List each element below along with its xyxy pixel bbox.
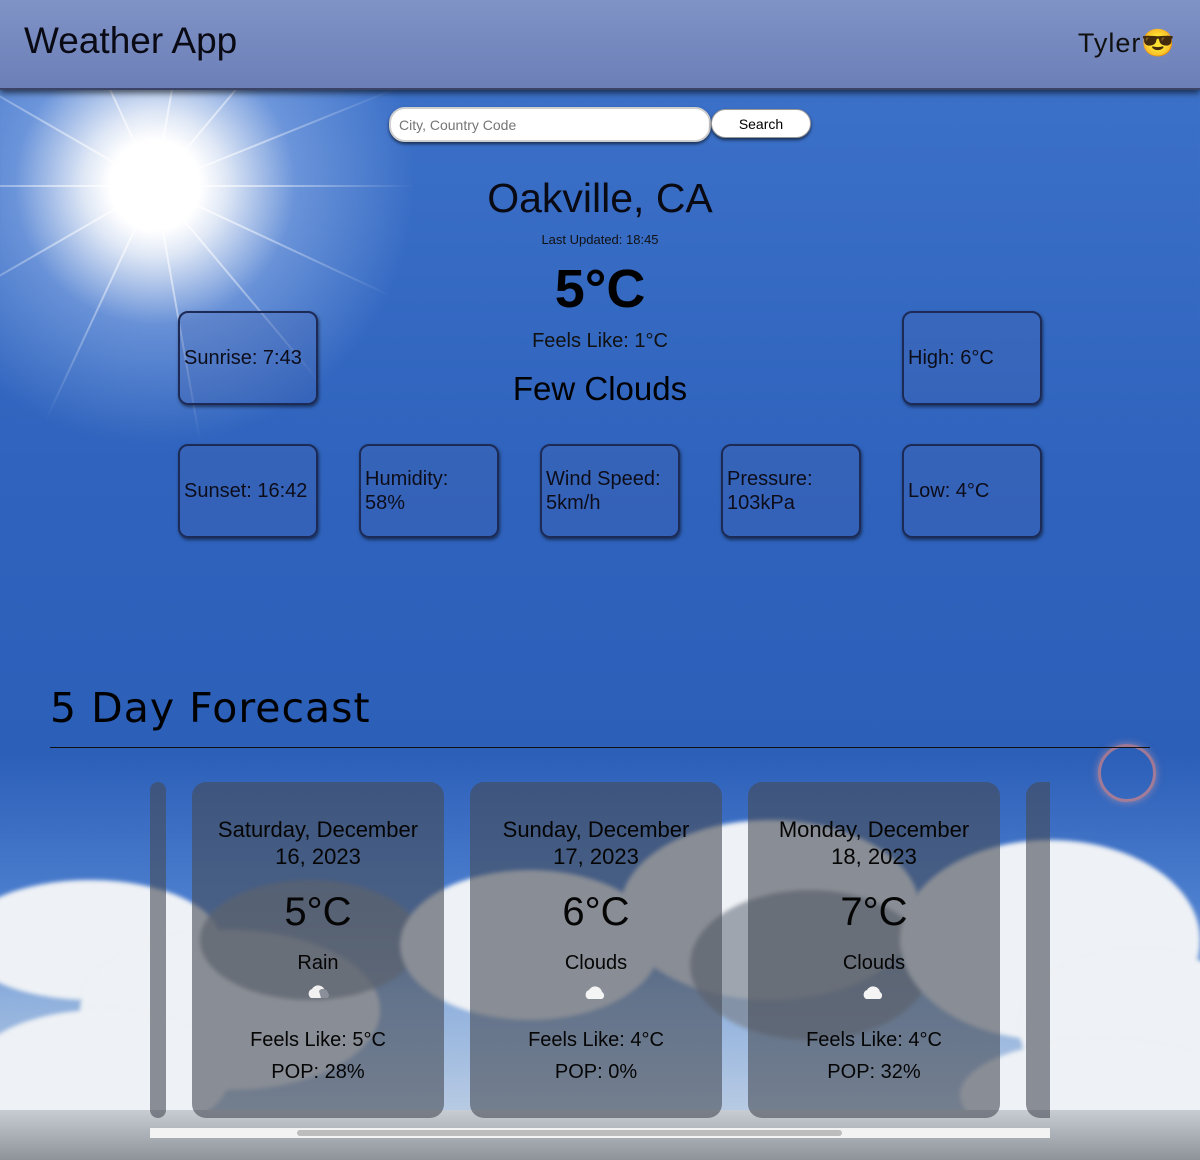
forecast-card-partial-left xyxy=(150,782,166,1118)
pressure-value: 103kPa xyxy=(727,492,795,514)
high-tile: High: 6°C xyxy=(902,311,1042,405)
low-text: Low: 4°C xyxy=(908,480,990,502)
forecast-desc: Clouds xyxy=(842,952,906,974)
top-navbar: Weather App Tyler😎 xyxy=(0,0,1200,90)
forecast-feels-like: Feels Like: 5°C xyxy=(250,1029,386,1051)
forecast-pop: POP: 28% xyxy=(271,1061,365,1083)
scrollbar-thumb[interactable] xyxy=(297,1130,842,1136)
forecast-desc: Rain xyxy=(297,952,339,974)
forecast-date: Saturday, December 16, 2023 xyxy=(217,817,419,869)
search-button[interactable]: Search xyxy=(711,109,811,138)
cloud-rain-icon xyxy=(308,985,329,998)
low-tile: Low: 4°C xyxy=(902,444,1042,538)
forecast-desc: Clouds xyxy=(564,952,628,974)
wind-speed-label: Wind Speed: xyxy=(546,468,661,490)
forecast-card: Monday, December 18, 2023 7°C Clouds Fee… xyxy=(748,782,1000,1118)
cloud-icon xyxy=(863,986,883,999)
sunset-text: Sunset: 16:42 xyxy=(184,480,308,502)
forecast-card: Saturday, December 16, 2023 5°C Rain Fee… xyxy=(192,782,444,1118)
sunset-tile: Sunset: 16:42 xyxy=(178,444,318,538)
forecast-card-partial-right xyxy=(1026,782,1050,1118)
forecast-date: Sunday, December 17, 2023 xyxy=(502,817,690,869)
humidity-label: Humidity: xyxy=(365,468,449,490)
humidity-tile: Humidity: 58% xyxy=(359,444,499,538)
humidity-value: 58% xyxy=(365,492,406,514)
lens-flare xyxy=(1098,744,1156,802)
high-text: High: 6°C xyxy=(908,347,994,369)
wind-speed-tile: Wind Speed: 5km/h xyxy=(540,444,680,538)
pressure-tile: Pressure: 103kPa xyxy=(721,444,861,538)
last-updated: Last Updated: 18:45 xyxy=(541,232,659,247)
forecast-carousel[interactable]: Saturday, December 16, 2023 5°C Rain Fee… xyxy=(150,782,1050,1138)
sunrise-text: Sunrise: 7:43 xyxy=(184,347,302,369)
forecast-feels-like: Feels Like: 4°C xyxy=(528,1029,664,1051)
forecast-temp: 7°C xyxy=(840,890,908,934)
broken-clouds-icon xyxy=(585,986,607,999)
pressure-label: Pressure: xyxy=(727,468,813,490)
horizontal-scrollbar[interactable] xyxy=(150,1128,1050,1138)
app-title: Weather App xyxy=(24,20,238,61)
forecast-pop: POP: 0% xyxy=(554,1061,638,1083)
forecast-feels-like: Feels Like: 4°C xyxy=(806,1029,942,1051)
city-name: Oakville, CA xyxy=(487,175,713,221)
forecast-title: 5 Day Forecast xyxy=(50,684,371,732)
divider xyxy=(50,747,1150,748)
sunrise-tile: Sunrise: 7:43 xyxy=(178,311,318,405)
search-input[interactable] xyxy=(389,107,711,142)
forecast-temp: 5°C xyxy=(284,890,352,934)
forecast-pop: POP: 32% xyxy=(827,1061,921,1083)
forecast-temp: 6°C xyxy=(562,890,630,934)
user-name[interactable]: Tyler😎 xyxy=(1078,27,1176,59)
wind-speed-value: 5km/h xyxy=(546,492,601,514)
forecast-date: Monday, December 18, 2023 xyxy=(778,817,970,869)
forecast-card: Sunday, December 17, 2023 6°C Clouds Fee… xyxy=(470,782,722,1118)
